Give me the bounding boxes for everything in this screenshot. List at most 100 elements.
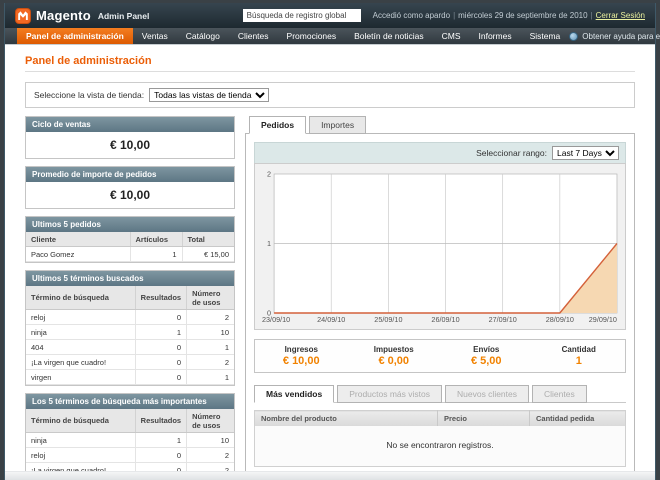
total-quantity: Cantidad 1 [533,345,626,367]
last-terms-box: Ultimos 5 términos buscados Término de b… [25,270,235,386]
products-table: Nombre del producto Precio Cantidad pedi… [254,410,626,467]
table-row[interactable]: ¡La virgen que cuadro!02 [26,463,234,472]
admin-page: Magento Admin Panel Accedió como apardo|… [4,3,656,480]
nav-item-promotions[interactable]: Promociones [278,28,346,44]
column-header: Resultados [135,409,186,433]
column-header: Artículos [130,232,182,247]
tab-amounts[interactable]: Importes [309,116,366,134]
tab-orders[interactable]: Pedidos [249,116,306,134]
table-row[interactable]: 40401 [26,340,234,355]
nav-item-catalog[interactable]: Catálogo [177,28,229,44]
globe-icon [569,32,578,41]
nav-item-customers[interactable]: Clientes [229,28,278,44]
svg-text:1: 1 [267,239,271,248]
last-terms-table: Término de búsqueda Resultados Número de… [26,286,234,385]
cell: 2 [187,463,234,472]
nav-item-dashboard[interactable]: Panel de administración [17,28,133,44]
last-terms-title: Ultimos 5 términos buscados [26,271,234,286]
svg-text:0: 0 [267,309,271,318]
cell: virgen [26,370,135,385]
current-date: miércoles 29 de septiembre de 2010 [458,11,587,20]
cell: 1 [135,433,186,448]
cell: Paco Gomez [26,247,130,262]
column-header: Nombre del producto [255,411,438,427]
cell: ninja [26,325,135,340]
nav-item-newsletter[interactable]: Boletín de noticias [345,28,432,44]
bottom-tabs-wrap: Más vendidos Productos más vistos Nuevos… [254,385,626,403]
global-search-input[interactable] [243,9,361,22]
total-tax: Impuestos € 0,00 [348,345,441,367]
top-terms-title: Los 5 términos de búsqueda más important… [26,394,234,409]
magento-logo: Magento Admin Panel [15,8,149,24]
cell: ¡La virgen que cuadro! [26,463,135,472]
session-info: Accedió como apardo|miércoles 29 de sept… [373,11,645,20]
svg-text:25/09/10: 25/09/10 [374,315,402,324]
total-revenue: Ingresos € 10,00 [255,345,348,367]
chart-tabs: Pedidos Importes [245,116,635,133]
cell: 404 [26,340,135,355]
total-shipping: Envíos € 5,00 [440,345,533,367]
column-header: Total [182,232,234,247]
nav-item-system[interactable]: Sistema [521,28,570,44]
magento-logo-icon [15,8,31,24]
cell: 0 [135,448,186,463]
last-orders-title: Ultimos 5 pedidos [26,217,234,232]
header: Magento Admin Panel Accedió como apardo|… [5,3,655,28]
avg-order-title: Promedio de importe de pedidos [26,167,234,182]
table-row[interactable]: reloj02 [26,310,234,325]
help-link[interactable]: Obtener ayuda para esta página [569,28,660,44]
table-row[interactable]: ninja110 [26,325,234,340]
cell: reloj [26,310,135,325]
svg-text:24/09/10: 24/09/10 [317,315,345,324]
table-row[interactable]: virgen01 [26,370,234,385]
total-value: € 5,00 [440,355,533,367]
cell: 10 [187,433,234,448]
table-row[interactable]: ¡La virgen que cuadro!02 [26,355,234,370]
range-select[interactable]: Last 7 Days [552,146,619,160]
cell: ¡La virgen que cuadro! [26,355,135,370]
last-orders-table: Cliente Artículos Total Paco Gomez 1 € 1… [26,232,234,262]
last-orders-box: Ultimos 5 pedidos Cliente Artículos Tota… [25,216,235,263]
cell: 1 [187,370,234,385]
column-header: Término de búsqueda [26,286,135,310]
page-title: Panel de administración [25,55,635,72]
dashboard-panel: Pedidos Importes Seleccionar rango: Last… [245,116,635,471]
sales-cycle-title: Ciclo de ventas [26,117,234,132]
cell: 1 [135,325,186,340]
cell: 0 [135,463,186,472]
cell: ninja [26,433,135,448]
svg-text:29/09/10: 29/09/10 [589,315,617,324]
nav-item-sales[interactable]: Ventas [133,28,177,44]
tab-most-viewed[interactable]: Productos más vistos [337,385,442,403]
chart-area: 23/09/1024/09/1025/09/1026/09/1027/09/10… [254,163,626,330]
nav-item-cms[interactable]: CMS [433,28,470,44]
tab-bestsellers[interactable]: Más vendidos [254,385,334,403]
table-row[interactable]: reloj02 [26,448,234,463]
avg-order-value: € 10,00 [26,182,234,208]
footer-strip [5,471,655,480]
total-label: Envíos [440,345,533,354]
store-view-bar: Seleccione la vista de tienda: Todas las… [25,82,635,108]
store-view-select[interactable]: Todas las vistas de tienda [149,88,269,102]
main-nav: Panel de administración Ventas Catálogo … [5,28,655,45]
tab-new-customers[interactable]: Nuevos clientes [445,385,529,403]
top-terms-box: Los 5 términos de búsqueda más important… [25,393,235,471]
table-row[interactable]: ninja110 [26,433,234,448]
logout-link[interactable]: Cerrar Sesión [596,11,645,20]
logged-in-as: Accedió como apardo [373,11,450,20]
range-label: Seleccionar rango: [476,148,547,158]
column-header: Precio [438,411,530,427]
total-value: 1 [533,355,626,367]
total-value: € 10,00 [255,355,348,367]
svg-text:27/09/10: 27/09/10 [489,315,517,324]
app-title: Magento [36,8,91,23]
tab-customers[interactable]: Clientes [532,385,587,403]
table-row[interactable]: Paco Gomez 1 € 15,00 [26,247,234,262]
nav-item-reports[interactable]: Informes [470,28,521,44]
svg-text:28/09/10: 28/09/10 [546,315,574,324]
cell: 0 [135,370,186,385]
chart-tab-content: Seleccionar rango: Last 7 Days 23/09/102… [245,133,635,471]
cell: 0 [135,355,186,370]
left-column: Ciclo de ventas € 10,00 Promedio de impo… [25,116,235,471]
total-label: Ingresos [255,345,348,354]
